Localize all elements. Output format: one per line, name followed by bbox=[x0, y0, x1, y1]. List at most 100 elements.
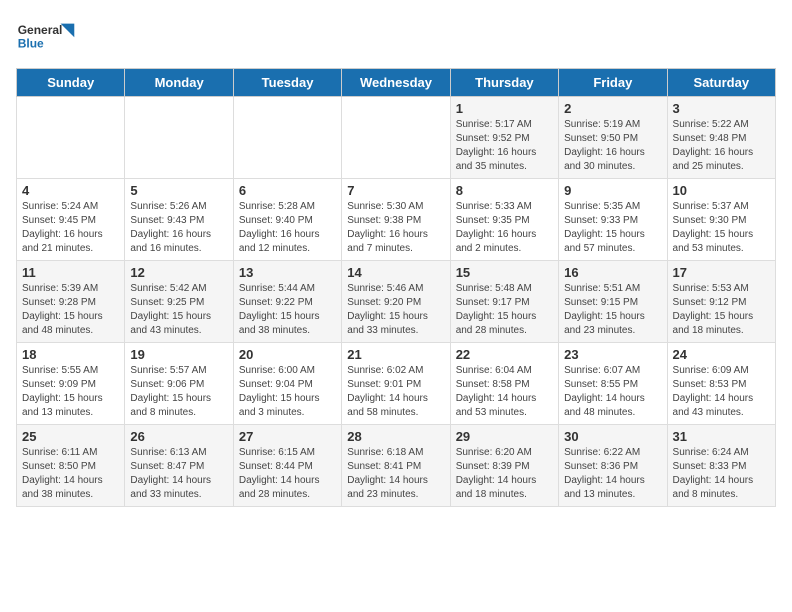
calendar-cell: 23 Sunrise: 6:07 AMSunset: 8:55 PMDayligh… bbox=[559, 343, 667, 425]
day-number: 10 bbox=[673, 183, 770, 198]
svg-text:General: General bbox=[18, 23, 63, 37]
calendar-body: 1 Sunrise: 5:17 AMSunset: 9:52 PMDaylight… bbox=[17, 97, 776, 507]
cell-info: Sunrise: 5:17 AMSunset: 9:52 PMDaylight:… bbox=[456, 118, 553, 174]
calendar-cell: 20Sunrise: 6:00 AMSunset: 9:04 PMDayligh… bbox=[233, 343, 341, 425]
cell-info: Sunrise: 5:39 AMSunset: 9:28 PMDaylight:… bbox=[22, 282, 119, 338]
day-number: 14 bbox=[347, 265, 444, 280]
day-number: 2 bbox=[564, 101, 661, 116]
day-number: 30 bbox=[564, 429, 661, 444]
cell-info: Sunrise: 5:37 AMSunset: 9:30 PMDaylight:… bbox=[673, 200, 770, 256]
day-number: 26 bbox=[130, 429, 227, 444]
calendar-cell: 31 Sunrise: 6:24 AMSunset: 8:33 PMDayligh… bbox=[667, 425, 775, 507]
calendar-cell: 1 Sunrise: 5:17 AMSunset: 9:52 PMDaylight… bbox=[450, 97, 558, 179]
day-number: 3 bbox=[673, 101, 770, 116]
cell-info: Sunrise: 6:24 AMSunset: 8:33 PMDaylight:… bbox=[673, 446, 770, 502]
cell-info: Sunrise: 5:46 AMSunset: 9:20 PMDaylight:… bbox=[347, 282, 444, 338]
day-number: 8 bbox=[456, 183, 553, 198]
cell-info: Sunrise: 6:18 AMSunset: 8:41 PMDaylight:… bbox=[347, 446, 444, 502]
day-number: 23 bbox=[564, 347, 661, 362]
calendar-cell: 3 Sunrise: 5:22 AMSunset: 9:48 PMDaylight… bbox=[667, 97, 775, 179]
cell-info: Sunrise: 5:42 AMSunset: 9:25 PMDaylight:… bbox=[130, 282, 227, 338]
weekday-header-saturday: Saturday bbox=[667, 69, 775, 97]
calendar-cell: 30 Sunrise: 6:22 AMSunset: 8:36 PMDayligh… bbox=[559, 425, 667, 507]
day-number: 5 bbox=[130, 183, 227, 198]
day-number: 16 bbox=[564, 265, 661, 280]
calendar-cell: 18Sunrise: 5:55 AMSunset: 9:09 PMDayligh… bbox=[17, 343, 125, 425]
cell-info: Sunrise: 5:33 AMSunset: 9:35 PMDaylight:… bbox=[456, 200, 553, 256]
day-number: 12 bbox=[130, 265, 227, 280]
logo-icon: General Blue bbox=[16, 16, 76, 56]
page-header: General Blue bbox=[16, 16, 776, 56]
calendar-cell: 5 Sunrise: 5:26 AMSunset: 9:43 PMDaylight… bbox=[125, 179, 233, 261]
weekday-header-friday: Friday bbox=[559, 69, 667, 97]
cell-info: Sunrise: 6:11 AMSunset: 8:50 PMDaylight:… bbox=[22, 446, 119, 502]
calendar-cell: 28Sunrise: 6:18 AMSunset: 8:41 PMDayligh… bbox=[342, 425, 450, 507]
calendar-cell: 7 Sunrise: 5:30 AMSunset: 9:38 PMDaylight… bbox=[342, 179, 450, 261]
calendar-cell: 13Sunrise: 5:44 AMSunset: 9:22 PMDayligh… bbox=[233, 261, 341, 343]
calendar-cell: 22 Sunrise: 6:04 AMSunset: 8:58 PMDayligh… bbox=[450, 343, 558, 425]
day-number: 22 bbox=[456, 347, 553, 362]
calendar-cell: 25 Sunrise: 6:11 AMSunset: 8:50 PMDayligh… bbox=[17, 425, 125, 507]
day-number: 6 bbox=[239, 183, 336, 198]
calendar-cell: 17Sunrise: 5:53 AMSunset: 9:12 PMDayligh… bbox=[667, 261, 775, 343]
day-number: 31 bbox=[673, 429, 770, 444]
day-number: 4 bbox=[22, 183, 119, 198]
day-number: 13 bbox=[239, 265, 336, 280]
calendar-cell: 19Sunrise: 5:57 AMSunset: 9:06 PMDayligh… bbox=[125, 343, 233, 425]
day-number: 25 bbox=[22, 429, 119, 444]
cell-info: Sunrise: 6:22 AMSunset: 8:36 PMDaylight:… bbox=[564, 446, 661, 502]
calendar-table: SundayMondayTuesdayWednesdayThursdayFrid… bbox=[16, 68, 776, 507]
calendar-cell: 10 Sunrise: 5:37 AMSunset: 9:30 PMDayligh… bbox=[667, 179, 775, 261]
day-number: 11 bbox=[22, 265, 119, 280]
calendar-cell: 6 Sunrise: 5:28 AMSunset: 9:40 PMDaylight… bbox=[233, 179, 341, 261]
day-number: 21 bbox=[347, 347, 444, 362]
day-number: 19 bbox=[130, 347, 227, 362]
cell-info: Sunrise: 5:53 AMSunset: 9:12 PMDaylight:… bbox=[673, 282, 770, 338]
weekday-header-monday: Monday bbox=[125, 69, 233, 97]
cell-info: Sunrise: 5:22 AMSunset: 9:48 PMDaylight:… bbox=[673, 118, 770, 174]
calendar-week-1: 1 Sunrise: 5:17 AMSunset: 9:52 PMDaylight… bbox=[17, 97, 776, 179]
calendar-cell: 16 Sunrise: 5:51 AMSunset: 9:15 PMDayligh… bbox=[559, 261, 667, 343]
calendar-cell bbox=[233, 97, 341, 179]
calendar-cell: 9Sunrise: 5:35 AMSunset: 9:33 PMDaylight… bbox=[559, 179, 667, 261]
cell-info: Sunrise: 6:07 AMSunset: 8:55 PMDaylight:… bbox=[564, 364, 661, 420]
cell-info: Sunrise: 6:15 AMSunset: 8:44 PMDaylight:… bbox=[239, 446, 336, 502]
cell-info: Sunrise: 5:26 AMSunset: 9:43 PMDaylight:… bbox=[130, 200, 227, 256]
cell-info: Sunrise: 5:55 AMSunset: 9:09 PMDaylight:… bbox=[22, 364, 119, 420]
day-number: 7 bbox=[347, 183, 444, 198]
cell-info: Sunrise: 5:24 AMSunset: 9:45 PMDaylight:… bbox=[22, 200, 119, 256]
day-number: 20 bbox=[239, 347, 336, 362]
calendar-cell: 29 Sunrise: 6:20 AMSunset: 8:39 PMDayligh… bbox=[450, 425, 558, 507]
cell-info: Sunrise: 6:20 AMSunset: 8:39 PMDaylight:… bbox=[456, 446, 553, 502]
cell-info: Sunrise: 6:04 AMSunset: 8:58 PMDaylight:… bbox=[456, 364, 553, 420]
weekday-header-tuesday: Tuesday bbox=[233, 69, 341, 97]
cell-info: Sunrise: 6:09 AMSunset: 8:53 PMDaylight:… bbox=[673, 364, 770, 420]
svg-text:Blue: Blue bbox=[18, 37, 44, 51]
calendar-week-4: 18Sunrise: 5:55 AMSunset: 9:09 PMDayligh… bbox=[17, 343, 776, 425]
day-number: 1 bbox=[456, 101, 553, 116]
logo: General Blue bbox=[16, 16, 76, 56]
calendar-week-5: 25 Sunrise: 6:11 AMSunset: 8:50 PMDayligh… bbox=[17, 425, 776, 507]
calendar-week-2: 4 Sunrise: 5:24 AMSunset: 9:45 PMDaylight… bbox=[17, 179, 776, 261]
day-number: 24 bbox=[673, 347, 770, 362]
calendar-header: SundayMondayTuesdayWednesdayThursdayFrid… bbox=[17, 69, 776, 97]
day-number: 29 bbox=[456, 429, 553, 444]
calendar-cell: 12 Sunrise: 5:42 AMSunset: 9:25 PMDayligh… bbox=[125, 261, 233, 343]
day-number: 15 bbox=[456, 265, 553, 280]
calendar-cell bbox=[17, 97, 125, 179]
cell-info: Sunrise: 5:51 AMSunset: 9:15 PMDaylight:… bbox=[564, 282, 661, 338]
calendar-cell: 14 Sunrise: 5:46 AMSunset: 9:20 PMDayligh… bbox=[342, 261, 450, 343]
calendar-cell: 8 Sunrise: 5:33 AMSunset: 9:35 PMDaylight… bbox=[450, 179, 558, 261]
cell-info: Sunrise: 5:48 AMSunset: 9:17 PMDaylight:… bbox=[456, 282, 553, 338]
cell-info: Sunrise: 5:19 AMSunset: 9:50 PMDaylight:… bbox=[564, 118, 661, 174]
weekday-header-row: SundayMondayTuesdayWednesdayThursdayFrid… bbox=[17, 69, 776, 97]
calendar-cell: 15 Sunrise: 5:48 AMSunset: 9:17 PMDayligh… bbox=[450, 261, 558, 343]
cell-info: Sunrise: 6:02 AMSunset: 9:01 PMDaylight:… bbox=[347, 364, 444, 420]
cell-info: Sunrise: 5:28 AMSunset: 9:40 PMDaylight:… bbox=[239, 200, 336, 256]
calendar-cell: 11 Sunrise: 5:39 AMSunset: 9:28 PMDayligh… bbox=[17, 261, 125, 343]
weekday-header-thursday: Thursday bbox=[450, 69, 558, 97]
calendar-cell bbox=[125, 97, 233, 179]
calendar-cell: 2 Sunrise: 5:19 AMSunset: 9:50 PMDaylight… bbox=[559, 97, 667, 179]
cell-info: Sunrise: 5:30 AMSunset: 9:38 PMDaylight:… bbox=[347, 200, 444, 256]
day-number: 27 bbox=[239, 429, 336, 444]
